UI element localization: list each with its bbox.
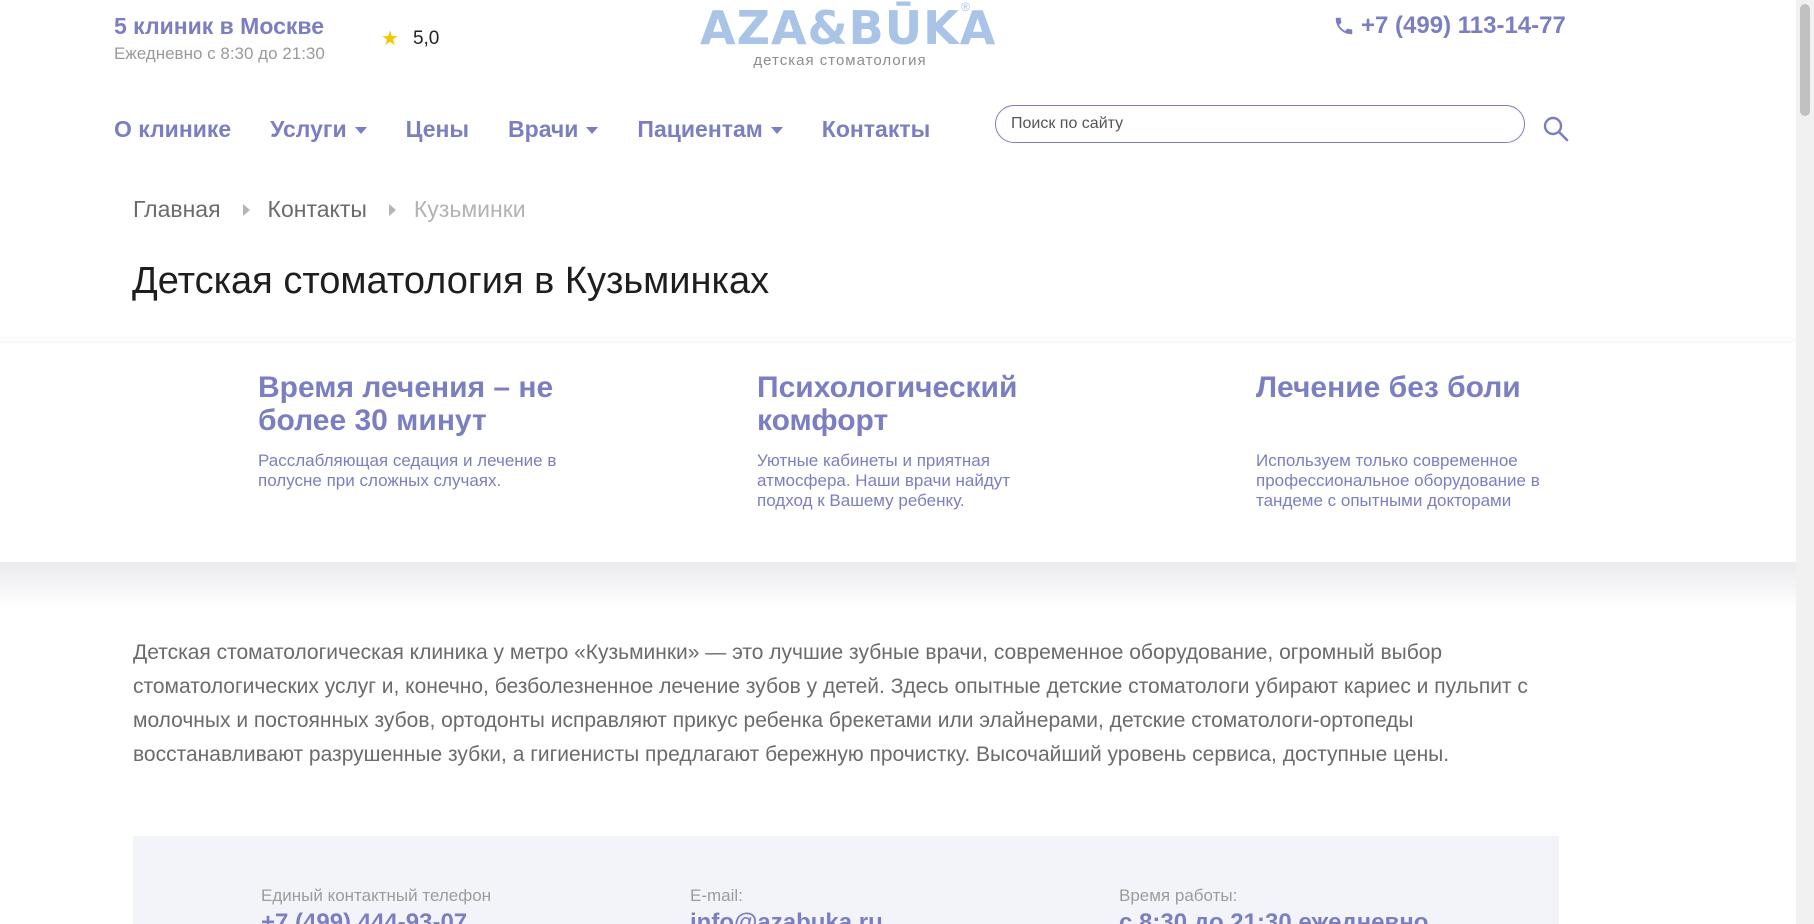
- page: 5 клиник в Москве Ежедневно с 8:30 до 21…: [0, 0, 1796, 924]
- feature-text: Расслабляющая седация и лечение в полусн…: [258, 451, 557, 490]
- contact-phone: Единый контактный телефон +7 (499) 444-9…: [261, 886, 491, 924]
- scrollbar-thumb[interactable]: [1800, 4, 1810, 116]
- clinics-link[interactable]: 5 клиник в Москве: [114, 12, 325, 40]
- nav-item-label: Врачи: [508, 115, 579, 142]
- breadcrumb-current: Кузьминки: [413, 196, 526, 222]
- clinics-info: 5 клиник в Москве Ежедневно с 8:30 до 21…: [114, 12, 325, 64]
- breadcrumb-home[interactable]: Главная: [133, 196, 221, 223]
- scrollbar[interactable]: [1796, 0, 1814, 924]
- feature-painless: Лечение без боли Используем только совре…: [1256, 371, 1566, 511]
- caret-down-icon: [770, 126, 783, 134]
- contact-phone-value[interactable]: +7 (499) 444-93-07: [261, 908, 491, 924]
- feature-comfort: Психологический комфорт Уютные кабинеты …: [757, 371, 1057, 511]
- breadcrumb-separator-icon: [388, 203, 396, 216]
- rating-value: 5,0: [412, 28, 440, 49]
- breadcrumb-separator-icon: [242, 203, 250, 216]
- feature-title: Лечение без боли: [1256, 371, 1521, 404]
- logo-text: AZA&BŪKA: [700, 1, 997, 55]
- nav-item-services[interactable]: Услуги: [270, 115, 367, 143]
- nav-item-label: Контакты: [821, 115, 931, 142]
- page-title: Детская стоматология в Кузьминках: [132, 260, 770, 302]
- logo[interactable]: AZA&BŪKA ® детская стоматология: [700, 0, 997, 69]
- contact-email-value[interactable]: info@azabuka.ru: [690, 908, 883, 924]
- breadcrumb: Главная Контакты Кузьминки: [133, 196, 526, 223]
- star-icon: ★: [381, 28, 399, 50]
- feature-treatment-time: Время лечения – не более 30 минут Рассла…: [258, 371, 568, 491]
- nav-item-doctors[interactable]: Врачи: [508, 115, 599, 143]
- feature-text: Уютные кабинеты и приятная атмосфера. На…: [757, 451, 1011, 510]
- nav-item-patients[interactable]: Пациентам: [637, 115, 783, 143]
- contact-hours-label: Время работы:: [1119, 886, 1238, 905]
- nav-item-contacts[interactable]: Контакты: [822, 116, 930, 143]
- nav-item-prices[interactable]: Цены: [406, 116, 469, 143]
- search-input[interactable]: [1009, 114, 1511, 134]
- header-phone-number: +7 (499) 113-14-77: [1361, 12, 1566, 39]
- contact-phone-label: Единый контактный телефон: [261, 886, 492, 905]
- nav-item-label: О клинике: [114, 115, 232, 142]
- header-phone[interactable]: +7 (499) 113-14-77: [1333, 12, 1566, 40]
- search-box: [995, 105, 1525, 143]
- search-icon[interactable]: [1542, 115, 1570, 143]
- caret-down-icon: [354, 126, 367, 134]
- nav-item-label: Услуги: [270, 115, 347, 142]
- features-shade-bottom: [0, 562, 1796, 610]
- feature-title: Психологический комфорт: [757, 371, 1018, 437]
- contacts-box: Единый контактный телефон +7 (499) 444-9…: [133, 836, 1559, 924]
- caret-down-icon: [586, 126, 599, 134]
- nav-item-label: Цены: [405, 115, 470, 142]
- main-nav: О клинике Услуги Цены Врачи Пациентам Ко…: [114, 114, 930, 144]
- feature-title: Время лечения – не более 30 минут: [258, 371, 554, 437]
- clinic-description: Детская стоматологическая клиника у метр…: [133, 641, 1528, 766]
- working-hours: Ежедневно с 8:30 до 21:30: [114, 44, 325, 63]
- contact-email: E-mail: info@azabuka.ru: [690, 886, 883, 924]
- registered-mark: ®: [961, 0, 970, 14]
- feature-text: Используем только современное профессион…: [1256, 451, 1540, 510]
- breadcrumb-contacts[interactable]: Контакты: [268, 196, 367, 223]
- contact-hours-value: с 8:30 до 21:30 ежедневно: [1119, 909, 1429, 924]
- nav-item-about[interactable]: О клинике: [114, 116, 231, 143]
- contact-email-label: E-mail:: [690, 886, 743, 905]
- phone-icon: [1333, 15, 1355, 37]
- contact-hours: Время работы: с 8:30 до 21:30 ежедневно: [1119, 886, 1428, 924]
- nav-item-label: Пациентам: [637, 115, 763, 142]
- rating: ★ 5,0: [381, 28, 439, 50]
